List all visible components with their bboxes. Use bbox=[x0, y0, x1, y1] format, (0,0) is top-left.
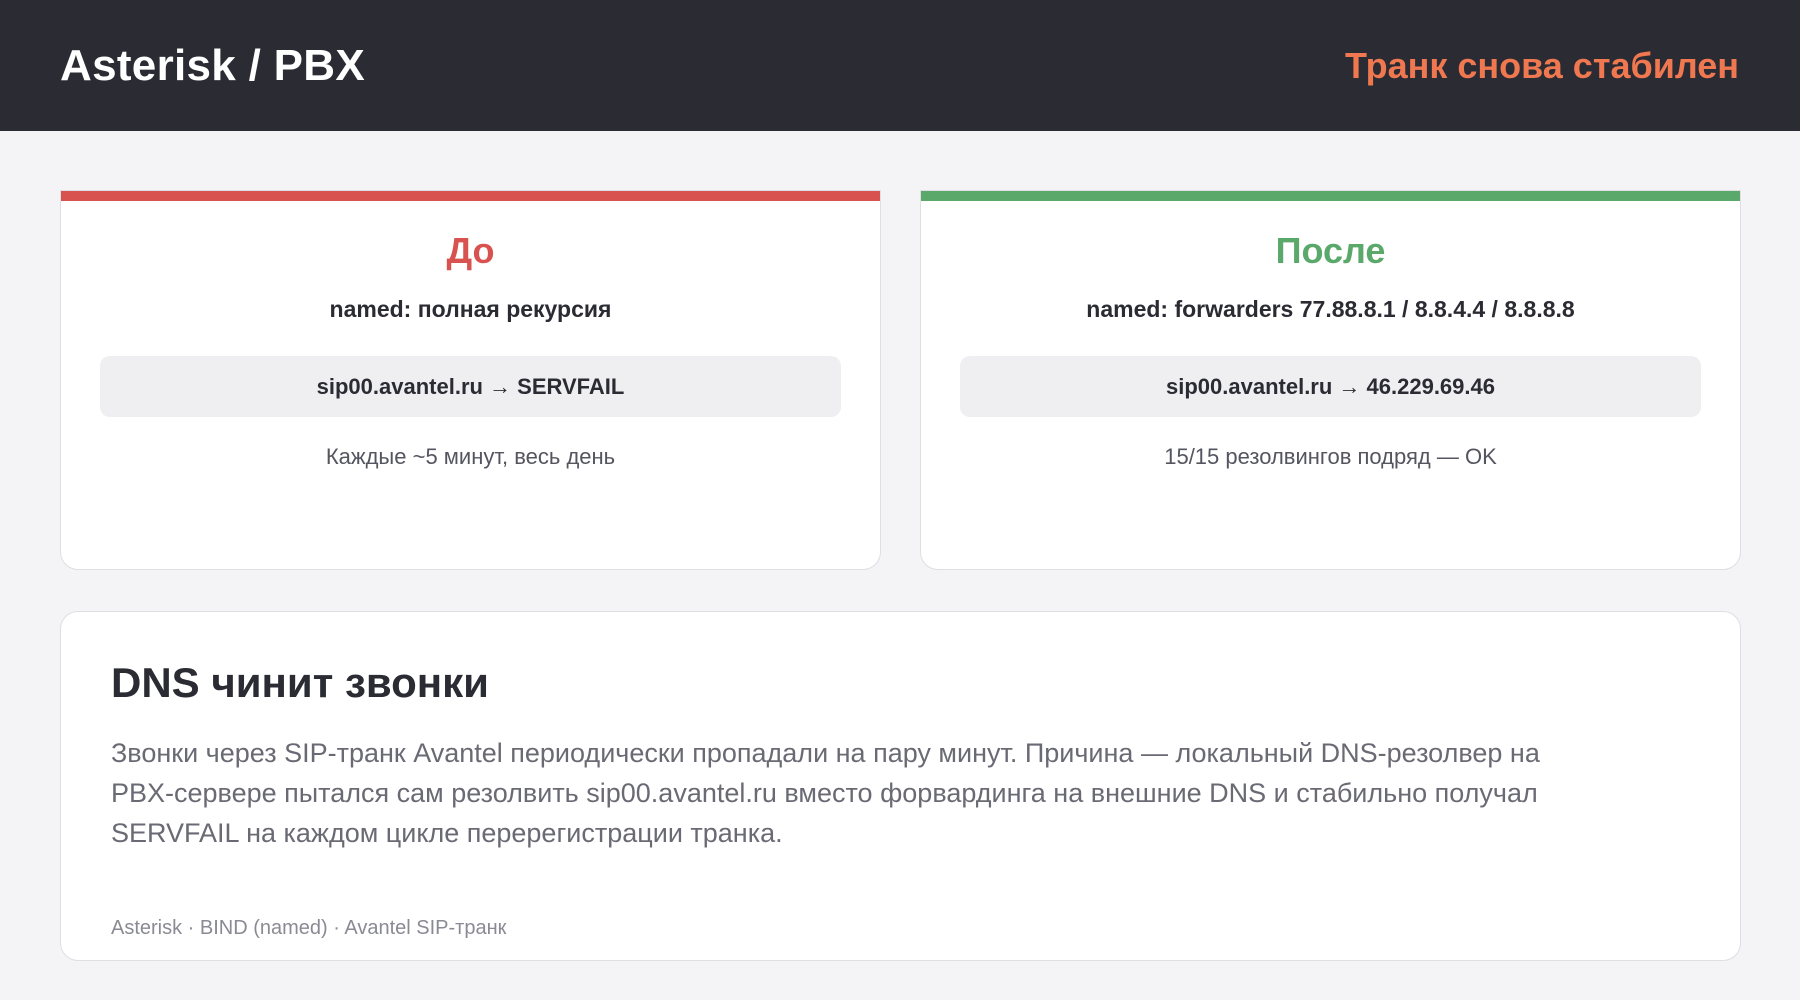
before-note: Каждые ~5 минут, весь день bbox=[325, 444, 616, 469]
after-note: 15/15 резолвингов подряд — OK bbox=[1164, 444, 1497, 469]
summary-title: DNS чинит звонки bbox=[111, 659, 489, 706]
page-header: Asterisk / PBX Транк снова стабилен bbox=[0, 0, 1800, 131]
summary-tags: Asterisk · BIND (named) · Avantel SIP-тр… bbox=[111, 917, 507, 939]
after-accent-bar bbox=[921, 191, 1740, 201]
page-title: Asterisk / PBX bbox=[60, 40, 366, 90]
summary-body: Звонки через SIP-транк Avantel периодиче… bbox=[111, 738, 1540, 849]
after-result: sip00.avantel.ru → 46.229.69.46 bbox=[960, 356, 1701, 417]
after-config: named: forwarders 77.88.8.1 / 8.8.4.4 / … bbox=[1086, 296, 1575, 322]
comparison-cards: До named: полная рекурсия sip00.avantel.… bbox=[60, 190, 1741, 570]
after-heading: После bbox=[1275, 230, 1386, 271]
after-card: После named: forwarders 77.88.8.1 / 8.8.… bbox=[920, 190, 1741, 570]
summary-card: DNS чинит звонки Звонки через SIP-транк … bbox=[60, 611, 1741, 961]
before-config: named: полная рекурсия bbox=[329, 296, 612, 322]
before-accent-bar bbox=[61, 191, 880, 201]
before-heading: До bbox=[446, 230, 495, 271]
before-card: До named: полная рекурсия sip00.avantel.… bbox=[60, 190, 881, 570]
before-result: sip00.avantel.ru → SERVFAIL bbox=[100, 356, 841, 417]
status-headline: Транк снова стабилен bbox=[1344, 44, 1739, 86]
